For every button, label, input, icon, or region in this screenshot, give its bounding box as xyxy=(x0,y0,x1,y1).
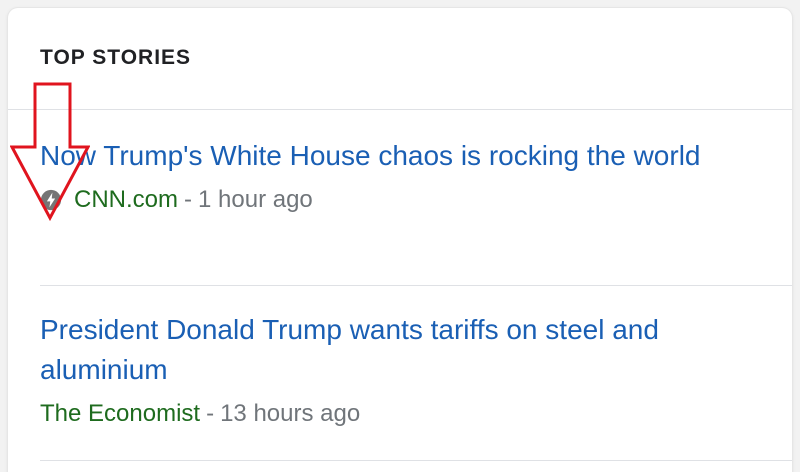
header-divider xyxy=(8,109,792,110)
meta-separator: - xyxy=(206,400,215,427)
story-meta: The Economist - 13 hours ago xyxy=(40,399,760,429)
story-source[interactable]: The Economist xyxy=(40,400,200,428)
section-title: TOP STORIES xyxy=(40,46,192,69)
amp-lightning-icon xyxy=(40,189,62,211)
story-divider xyxy=(40,285,792,286)
story-item[interactable]: Now Trump's White House chaos is rocking… xyxy=(40,136,760,215)
story-divider xyxy=(40,460,792,461)
page: TOP STORIES Now Trump's White House chao… xyxy=(0,0,800,472)
story-timestamp: 1 hour ago xyxy=(198,186,313,213)
top-stories-card: TOP STORIES Now Trump's White House chao… xyxy=(8,8,792,472)
story-item[interactable]: President Donald Trump wants tariffs on … xyxy=(40,310,760,429)
story-meta: CNN.com - 1 hour ago xyxy=(40,185,760,215)
meta-separator: - xyxy=(184,186,193,213)
story-source[interactable]: CNN.com xyxy=(74,186,178,214)
story-headline-link[interactable]: President Donald Trump wants tariffs on … xyxy=(40,310,760,390)
story-timestamp: 13 hours ago xyxy=(220,400,361,427)
story-headline-link[interactable]: Now Trump's White House chaos is rocking… xyxy=(40,136,760,176)
